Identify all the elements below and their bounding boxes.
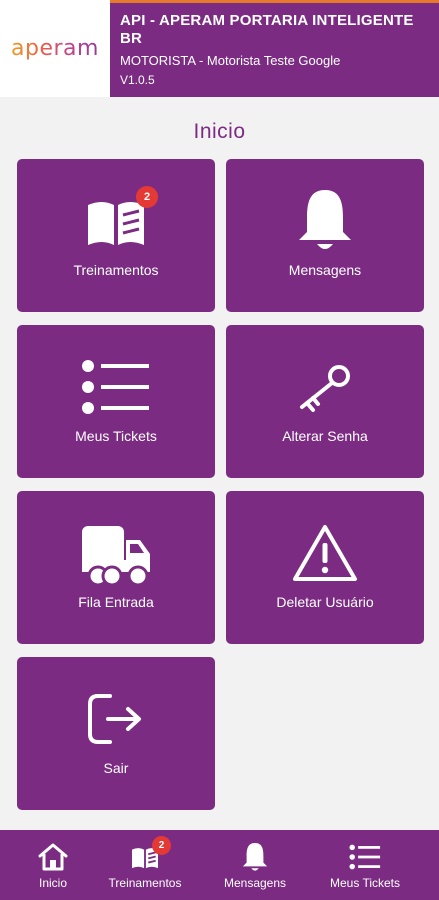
nav-label: Mensagens bbox=[223, 876, 287, 890]
tile-mensagens[interactable]: Mensagens bbox=[226, 159, 424, 312]
tile-label: Fila Entrada bbox=[78, 594, 154, 610]
notification-badge: 2 bbox=[136, 186, 158, 208]
nav-label: Inicio bbox=[38, 876, 67, 890]
home-icon bbox=[13, 842, 93, 872]
bottom-navigation: Inicio 2 Treinamentos Mensagens Meus Tic… bbox=[0, 830, 439, 900]
bell-icon bbox=[212, 842, 298, 872]
tile-meus-tickets[interactable]: Meus Tickets bbox=[17, 325, 215, 478]
aperam-logo: aperam bbox=[0, 0, 110, 97]
tile-label: Deletar Usuário bbox=[276, 594, 374, 610]
app-header: aperam API - APERAM PORTARIA INTELIGENTE… bbox=[0, 0, 439, 97]
logout-icon bbox=[17, 679, 215, 759]
nav-item-meus-tickets[interactable]: Meus Tickets bbox=[320, 830, 410, 900]
truck-icon bbox=[17, 513, 215, 593]
tile-label: Meus Tickets bbox=[75, 428, 157, 444]
page-title: Inicio bbox=[193, 120, 246, 143]
tile-fila-entrada[interactable]: Fila Entrada bbox=[17, 491, 215, 644]
nav-label: Meus Tickets bbox=[329, 876, 401, 890]
tile-label: Sair bbox=[103, 760, 129, 776]
tile-label: Alterar Senha bbox=[282, 428, 368, 444]
user-info: MOTORISTA - Motorista Teste Google bbox=[120, 53, 341, 68]
logo-text: aperam bbox=[11, 36, 99, 61]
header-info-panel: API - APERAM PORTARIA INTELIGENTE BR MOT… bbox=[110, 0, 439, 97]
nav-item-mensagens[interactable]: Mensagens bbox=[212, 830, 298, 900]
tile-label: Treinamentos bbox=[73, 262, 159, 278]
nav-item-inicio[interactable]: Inicio bbox=[13, 830, 93, 900]
warning-icon bbox=[226, 513, 424, 593]
tile-treinamentos[interactable]: 2 Treinamentos bbox=[17, 159, 215, 312]
notification-badge: 2 bbox=[152, 836, 171, 855]
tile-sair[interactable]: Sair bbox=[17, 657, 215, 810]
tile-label: Mensagens bbox=[288, 262, 362, 278]
key-icon bbox=[226, 347, 424, 427]
app-title: API - APERAM PORTARIA INTELIGENTE BR bbox=[120, 12, 414, 47]
book-icon bbox=[17, 181, 215, 261]
nav-item-treinamentos[interactable]: 2 Treinamentos bbox=[100, 830, 190, 900]
nav-label: Treinamentos bbox=[108, 876, 182, 890]
app-version: V1.0.5 bbox=[120, 73, 155, 87]
bell-icon bbox=[226, 181, 424, 261]
tile-deletar-usuario[interactable]: Deletar Usuário bbox=[226, 491, 424, 644]
list-icon bbox=[17, 347, 215, 427]
list-icon bbox=[320, 842, 410, 872]
tile-alterar-senha[interactable]: Alterar Senha bbox=[226, 325, 424, 478]
book-icon bbox=[100, 842, 190, 872]
